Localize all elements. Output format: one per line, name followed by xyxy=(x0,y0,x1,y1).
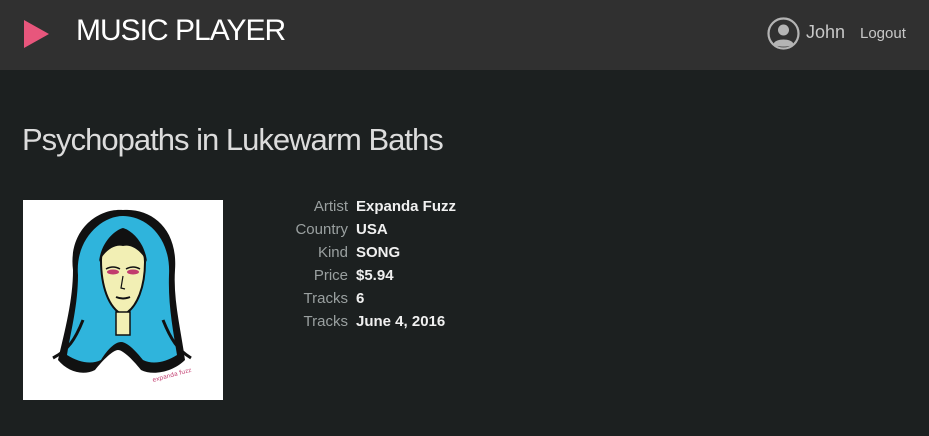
album-cover-image: expanda fuzz xyxy=(23,200,223,400)
detail-label: Tracks xyxy=(303,290,348,307)
app-title[interactable]: MUSIC PLAYER xyxy=(76,14,286,48)
detail-row-price: Price $5.94 xyxy=(260,264,456,287)
logout-link[interactable]: Logout xyxy=(860,25,906,42)
album-title: Psychopaths in Lukewarm Baths xyxy=(22,122,444,157)
detail-value: June 4, 2016 xyxy=(356,313,446,330)
play-icon[interactable] xyxy=(24,20,49,48)
top-navbar: MUSIC PLAYER John Logout xyxy=(0,0,929,70)
detail-row-tracks: Tracks 6 xyxy=(260,287,456,310)
album-details: Artist Expanda Fuzz Country USA Kind SON… xyxy=(260,195,456,333)
detail-value: $5.94 xyxy=(356,267,394,284)
username[interactable]: John xyxy=(806,22,845,43)
detail-row-release-date: Tracks June 4, 2016 xyxy=(260,310,456,333)
detail-label: Tracks xyxy=(303,313,348,330)
detail-label: Artist xyxy=(313,198,348,215)
detail-value: USA xyxy=(356,221,388,238)
detail-value: 6 xyxy=(356,290,365,307)
detail-value: Expanda Fuzz xyxy=(356,198,457,215)
detail-label: Price xyxy=(313,267,348,284)
detail-value: SONG xyxy=(356,244,401,261)
detail-row-kind: Kind SONG xyxy=(260,241,456,264)
album-cover-art: expanda fuzz xyxy=(23,200,223,400)
detail-label: Country xyxy=(295,221,348,238)
detail-row-country: Country USA xyxy=(260,218,456,241)
detail-label: Kind xyxy=(317,244,348,261)
user-avatar-icon[interactable] xyxy=(767,17,800,50)
detail-row-artist: Artist Expanda Fuzz xyxy=(260,195,456,218)
